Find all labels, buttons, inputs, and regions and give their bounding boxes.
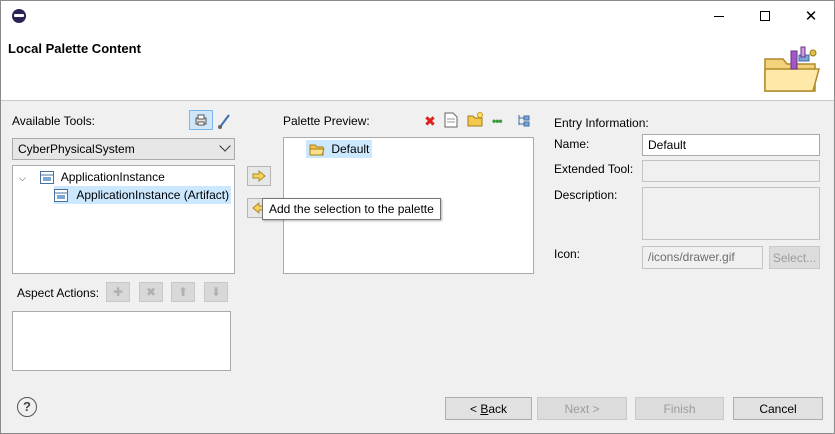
back-mnemonic: B [480, 401, 489, 416]
folder-open-icon [309, 144, 325, 156]
description-label: Description: [554, 188, 618, 202]
available-tools-label: Available Tools: [12, 114, 95, 128]
tooltip: Add the selection to the palette [262, 198, 441, 220]
entry-information-label: Entry Information: [554, 116, 649, 130]
tree-item-application-instance-artifact[interactable]: ApplicationInstance (Artifact) [54, 186, 232, 204]
tools-combo[interactable]: CyberPhysicalSystem [12, 138, 235, 160]
palette-item-label: Default [331, 142, 370, 156]
brush-button[interactable] [216, 112, 234, 130]
icon-label: Icon: [554, 247, 581, 261]
back-rest: ack [488, 401, 508, 416]
new-entry-button[interactable] [444, 112, 460, 130]
minimize-icon [714, 15, 724, 17]
remove-aspect-button[interactable]: ✖ [139, 282, 163, 302]
palette-preview-label: Palette Preview: [283, 114, 370, 128]
title-bar: ✕ [1, 1, 834, 31]
move-down-button[interactable]: ⬇ [204, 282, 228, 302]
palette-item-default[interactable]: Default [306, 140, 373, 158]
dialog-header: Local Palette Content [1, 31, 834, 101]
printer-icon [195, 114, 207, 126]
arrow-up-icon: ⬆ [177, 285, 189, 299]
paintbrush-icon [218, 114, 230, 129]
maximize-button[interactable] [742, 1, 788, 31]
new-file-icon [444, 112, 458, 128]
tools-tree[interactable]: ⌵ ApplicationInstance ApplicationInstanc… [12, 165, 235, 274]
tools-combo-value: CyberPhysicalSystem [18, 142, 135, 156]
delete-icon: ✖ [424, 113, 436, 129]
finish-button[interactable]: Finish [635, 397, 724, 420]
tree-item-label: ApplicationInstance [60, 170, 165, 184]
separator-icon: ••• [492, 114, 503, 128]
palette-folder-icon [764, 46, 820, 92]
eclipse-icon [12, 9, 26, 23]
plus-icon: ✚ [112, 285, 124, 299]
page-title: Local Palette Content [8, 41, 141, 56]
show-all-tools-button[interactable] [189, 110, 213, 130]
artifact-icon [54, 189, 68, 203]
stack-button[interactable] [516, 113, 532, 129]
close-button[interactable]: ✕ [788, 1, 834, 31]
add-aspect-button[interactable]: ✚ [106, 282, 130, 302]
select-icon-button[interactable]: Select... [769, 246, 820, 269]
arrow-right-icon [252, 170, 266, 182]
class-icon [40, 171, 55, 185]
help-button[interactable]: ? [17, 397, 37, 417]
arrow-down-icon: ⬇ [210, 285, 222, 299]
next-button[interactable]: Next > [537, 397, 627, 420]
extended-tool-field [642, 160, 820, 182]
tree-item-application-instance[interactable]: ⌵ ApplicationInstance [19, 168, 165, 186]
help-icon: ? [23, 399, 31, 414]
new-folder-icon [467, 112, 483, 127]
expand-chevron-icon: ⌵ [19, 172, 26, 183]
icon-field: /icons/drawer.gif [642, 246, 763, 269]
close-icon: ✕ [804, 8, 818, 25]
description-field [642, 187, 820, 240]
back-prefix: < [469, 401, 481, 416]
tree-item-label: ApplicationInstance (Artifact) [76, 188, 230, 202]
dialog-window: ✕ Local Palette Content Available Tools:… [0, 0, 835, 434]
new-drawer-button[interactable] [467, 112, 485, 130]
delete-entry-button[interactable]: ✖ [422, 113, 438, 129]
minimize-button[interactable] [696, 1, 742, 31]
icon-value: /icons/drawer.gif [648, 250, 735, 264]
chevron-down-icon [219, 140, 231, 152]
extended-tool-label: Extended Tool: [554, 162, 634, 176]
tree-structure-icon [518, 115, 530, 127]
back-button[interactable]: < Back [445, 397, 532, 420]
maximize-icon [760, 11, 770, 21]
name-field[interactable]: Default [642, 134, 820, 156]
name-label: Name: [554, 137, 590, 151]
aspect-actions-list[interactable] [12, 311, 231, 371]
aspect-actions-label: Aspect Actions: [17, 286, 100, 300]
delete-icon: ✖ [145, 285, 157, 299]
name-value: Default [648, 138, 687, 152]
cancel-button[interactable]: Cancel [733, 397, 823, 420]
move-up-button[interactable]: ⬆ [171, 282, 195, 302]
add-to-palette-button[interactable] [247, 166, 271, 186]
separator-button[interactable]: ••• [492, 114, 510, 128]
